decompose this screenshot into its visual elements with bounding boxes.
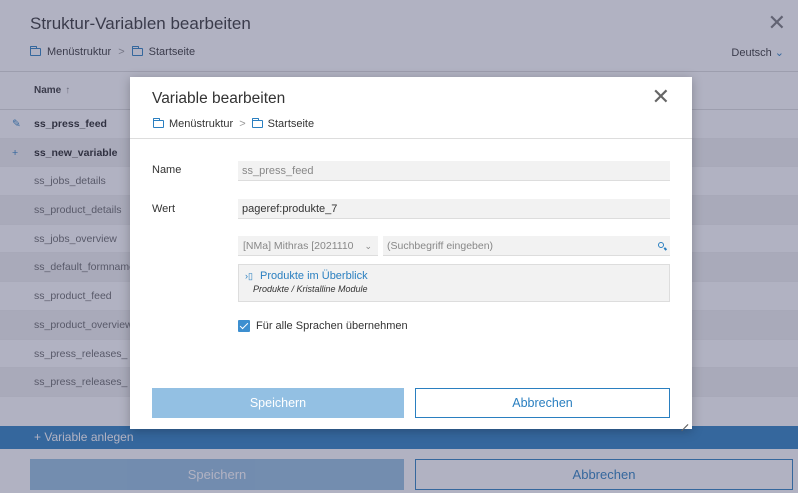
edit-variable-modal: Variable bearbeiten ✕ Menüstruktur > Sta… bbox=[130, 77, 692, 429]
breadcrumb-item[interactable]: Menüstruktur bbox=[169, 118, 233, 130]
page-reference-icon: ›▯ bbox=[245, 270, 253, 281]
wert-field[interactable]: pageref:produkte_7 bbox=[238, 199, 670, 219]
folder-icon bbox=[251, 118, 263, 128]
all-languages-checkbox[interactable] bbox=[238, 320, 250, 332]
search-icon[interactable] bbox=[658, 242, 664, 248]
chevron-down-icon: ⌄ bbox=[364, 241, 372, 251]
result-path: Produkte / Kristalline Module bbox=[253, 284, 368, 294]
wert-label: Wert bbox=[152, 203, 176, 215]
project-select-value: [NMa] Mithras [2021110 bbox=[243, 240, 354, 252]
name-field: ss_press_feed bbox=[238, 161, 670, 181]
resize-handle-icon[interactable] bbox=[680, 417, 688, 425]
modal-breadcrumb: Menüstruktur > Startseite bbox=[153, 118, 314, 130]
search-result-item[interactable]: ›▯ Produkte im Überblick Produkte / Kris… bbox=[238, 264, 670, 302]
cancel-button[interactable]: Abbrechen bbox=[415, 388, 670, 418]
name-label: Name bbox=[152, 164, 182, 176]
project-select[interactable]: [NMa] Mithras [2021110 ⌄ bbox=[238, 236, 378, 256]
folder-icon bbox=[153, 118, 164, 128]
result-title-row: ›▯ Produkte im Überblick bbox=[245, 270, 669, 282]
close-icon[interactable]: ✕ bbox=[652, 86, 670, 108]
modal-header: Variable bearbeiten ✕ Menüstruktur > Sta… bbox=[130, 77, 692, 139]
modal-title: Variable bearbeiten bbox=[152, 90, 286, 107]
breadcrumb-item[interactable]: Startseite bbox=[268, 118, 314, 130]
search-placeholder: (Suchbegriff eingeben) bbox=[387, 240, 494, 252]
result-title: Produkte im Überblick bbox=[260, 270, 368, 282]
breadcrumb-separator: > bbox=[239, 118, 246, 130]
search-input[interactable]: (Suchbegriff eingeben) bbox=[383, 236, 670, 256]
all-languages-option[interactable]: Für alle Sprachen übernehmen bbox=[238, 320, 408, 332]
save-button[interactable]: Speichern bbox=[152, 388, 404, 418]
all-languages-label: Für alle Sprachen übernehmen bbox=[256, 320, 408, 332]
